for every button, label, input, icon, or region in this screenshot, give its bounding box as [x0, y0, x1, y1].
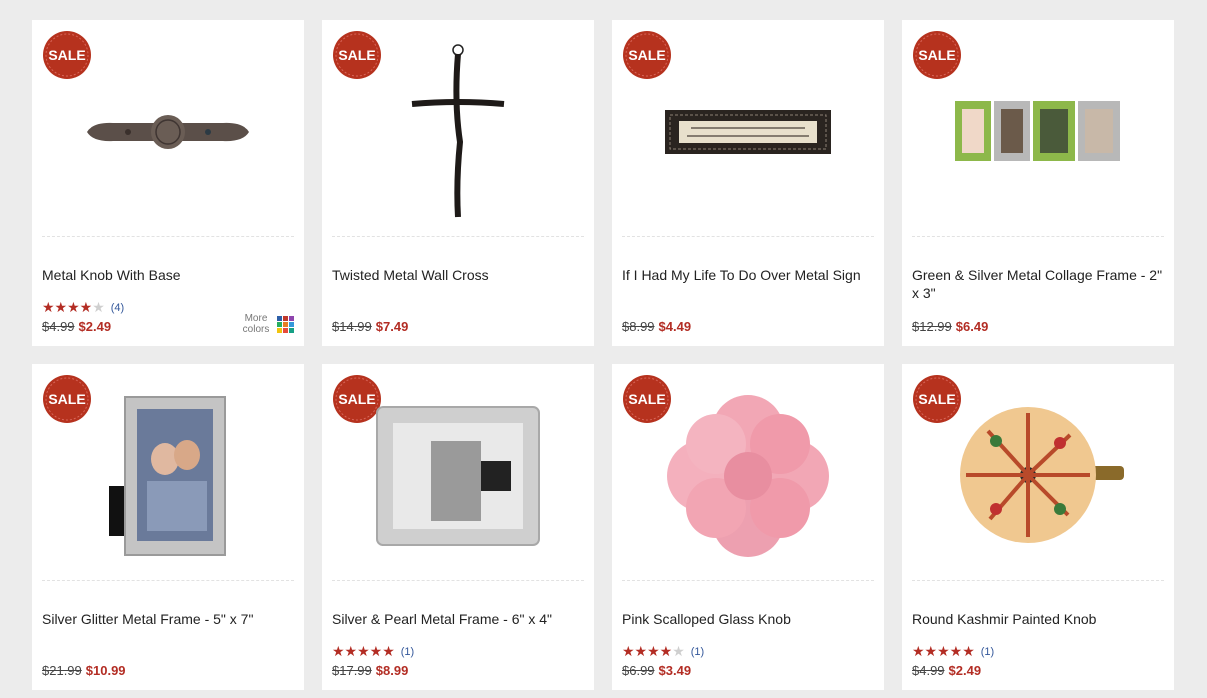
sale-price: $6.49 [955, 319, 989, 334]
rating-count[interactable]: (1) [981, 646, 994, 658]
original-price: $8.99 [622, 319, 655, 334]
product-card[interactable]: SALE Silver & Pearl Metal Frame - 6" x 4… [322, 364, 594, 690]
rating-count[interactable]: (4) [111, 302, 124, 314]
original-price: $14.99 [332, 319, 372, 334]
price: $4.99 $2.49 [42, 319, 111, 334]
price: $14.99 $7.49 [332, 319, 408, 334]
metal-sign-image[interactable] [622, 32, 874, 232]
price: $17.99 $8.99 [332, 663, 408, 678]
product-grid: SALE Metal Knob With Base ★★★★★ (4) $4.9… [0, 0, 1207, 698]
product-title[interactable]: Pink Scalloped Glass Knob [622, 610, 874, 628]
star-rating[interactable]: ★★★★★ (1) [622, 643, 704, 660]
star-rating[interactable]: ★★★★★ (4) [42, 299, 124, 316]
sale-price: $2.49 [948, 663, 982, 678]
price: $12.99 $6.49 [912, 319, 988, 334]
star-rating[interactable]: ★★★★★ (1) [912, 643, 994, 660]
original-price: $6.99 [622, 663, 655, 678]
original-price: $17.99 [332, 663, 372, 678]
product-title[interactable]: If I Had My Life To Do Over Metal Sign [622, 266, 874, 284]
more-colors-label: More colors [242, 313, 270, 335]
product-card[interactable]: SALE Twisted Metal Wall Cross $14.99 $7.4… [322, 20, 594, 346]
kashmir-knob-image[interactable] [912, 376, 1164, 576]
pearl-frame-image[interactable] [332, 376, 584, 576]
rating-count[interactable]: (1) [691, 646, 704, 658]
star-rating[interactable]: ★★★★★ (1) [332, 643, 414, 660]
product-title[interactable]: Silver & Pearl Metal Frame - 6" x 4" [332, 610, 584, 628]
product-card[interactable]: SALE If I Had My Life To Do Over Metal S… [612, 20, 884, 346]
product-card[interactable]: SALE Silver Glitter Metal Frame - 5" x 7… [32, 364, 304, 690]
wall-cross-image[interactable] [332, 32, 584, 232]
original-price: $12.99 [912, 319, 952, 334]
product-title[interactable]: Round Kashmir Painted Knob [912, 610, 1164, 628]
more-colors-link[interactable]: More colors [241, 313, 294, 335]
stars-icon: ★★★★★ [42, 299, 105, 315]
metal-knob-image[interactable] [42, 32, 294, 232]
original-price: $4.99 [42, 319, 75, 334]
sale-price: $8.99 [375, 663, 409, 678]
stars-icon: ★★★★★ [332, 643, 395, 659]
product-card[interactable]: SALE Metal Knob With Base ★★★★★ (4) $4.9… [32, 20, 304, 346]
sale-price: $2.49 [78, 319, 112, 334]
glitter-frame-image[interactable] [42, 376, 294, 576]
original-price: $21.99 [42, 663, 82, 678]
product-title[interactable]: Metal Knob With Base [42, 266, 294, 284]
price: $6.99 $3.49 [622, 663, 691, 678]
stars-icon: ★★★★★ [622, 643, 685, 659]
product-card[interactable]: SALE Round Kashmir Painted Knob ★★★★★ (1… [902, 364, 1174, 690]
product-card[interactable]: SALE Green & Silver Metal Collage Frame … [902, 20, 1174, 346]
sale-price: $4.49 [658, 319, 692, 334]
collage-frame-image[interactable] [912, 32, 1164, 232]
stars-icon: ★★★★★ [912, 643, 975, 659]
original-price: $4.99 [912, 663, 945, 678]
price: $8.99 $4.49 [622, 319, 691, 334]
product-title[interactable]: Green & Silver Metal Collage Frame - 2" … [912, 266, 1164, 302]
product-title[interactable]: Silver Glitter Metal Frame - 5" x 7" [42, 610, 294, 628]
rating-count[interactable]: (1) [401, 646, 414, 658]
sale-price: $7.49 [375, 319, 409, 334]
price: $4.99 $2.49 [912, 663, 981, 678]
sale-price: $3.49 [658, 663, 692, 678]
pink-knob-image[interactable] [622, 376, 874, 576]
color-swatch-icon [277, 315, 294, 333]
sale-price: $10.99 [85, 663, 126, 678]
product-card[interactable]: SALE Pink Scalloped Glass Knob ★★★★★ (1)… [612, 364, 884, 690]
product-title[interactable]: Twisted Metal Wall Cross [332, 266, 584, 284]
price: $21.99 $10.99 [42, 663, 126, 678]
